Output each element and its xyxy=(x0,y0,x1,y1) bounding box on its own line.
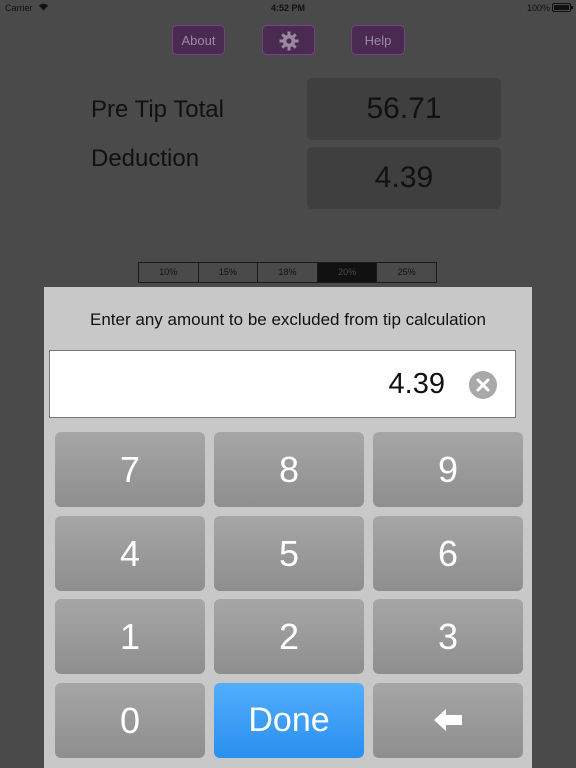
deduction-amount-text: 4.39 xyxy=(388,368,445,400)
key-9[interactable]: 9 xyxy=(373,432,523,507)
battery-percent: 100% xyxy=(526,3,550,13)
about-button[interactable]: About xyxy=(172,25,225,55)
tip-percent-segmented-control: 10% 15% 18% 20% 25% xyxy=(138,262,437,283)
clear-circle-icon[interactable] xyxy=(469,371,497,399)
status-bar: Carrier 4:52 PM 100% xyxy=(0,0,576,16)
key-3[interactable]: 3 xyxy=(373,599,523,674)
help-button[interactable]: Help xyxy=(351,25,405,55)
key-8[interactable]: 8 xyxy=(214,432,364,507)
battery-icon xyxy=(552,3,573,12)
gear-icon xyxy=(279,31,299,62)
tip-option-18[interactable]: 18% xyxy=(258,263,318,282)
done-button[interactable]: Done xyxy=(214,683,364,758)
key-4[interactable]: 4 xyxy=(55,516,205,591)
backspace-arrow-icon xyxy=(433,700,463,741)
key-6[interactable]: 6 xyxy=(373,516,523,591)
key-0[interactable]: 0 xyxy=(55,683,205,758)
tip-option-10[interactable]: 10% xyxy=(139,263,199,282)
deduction-value[interactable]: 4.39 xyxy=(307,147,501,209)
deduction-keypad-popup: Enter any amount to be excluded from tip… xyxy=(44,287,532,768)
key-1[interactable]: 1 xyxy=(55,599,205,674)
pre-tip-total-label: Pre Tip Total xyxy=(91,96,224,123)
deduction-label: Deduction xyxy=(91,145,200,172)
key-7[interactable]: 7 xyxy=(55,432,205,507)
pre-tip-total-value[interactable]: 56.71 xyxy=(307,78,501,140)
key-2[interactable]: 2 xyxy=(214,599,364,674)
key-5[interactable]: 5 xyxy=(214,516,364,591)
keypad-prompt: Enter any amount to be excluded from tip… xyxy=(90,310,486,329)
tip-option-15[interactable]: 15% xyxy=(199,263,259,282)
deduction-amount-field[interactable]: 4.39 xyxy=(49,350,516,418)
status-time: 4:52 PM xyxy=(270,3,305,13)
tip-option-20-selected[interactable]: 20% xyxy=(317,263,378,282)
tip-option-25[interactable]: 25% xyxy=(377,263,436,282)
settings-button[interactable] xyxy=(262,25,315,55)
backspace-button[interactable] xyxy=(373,683,523,758)
